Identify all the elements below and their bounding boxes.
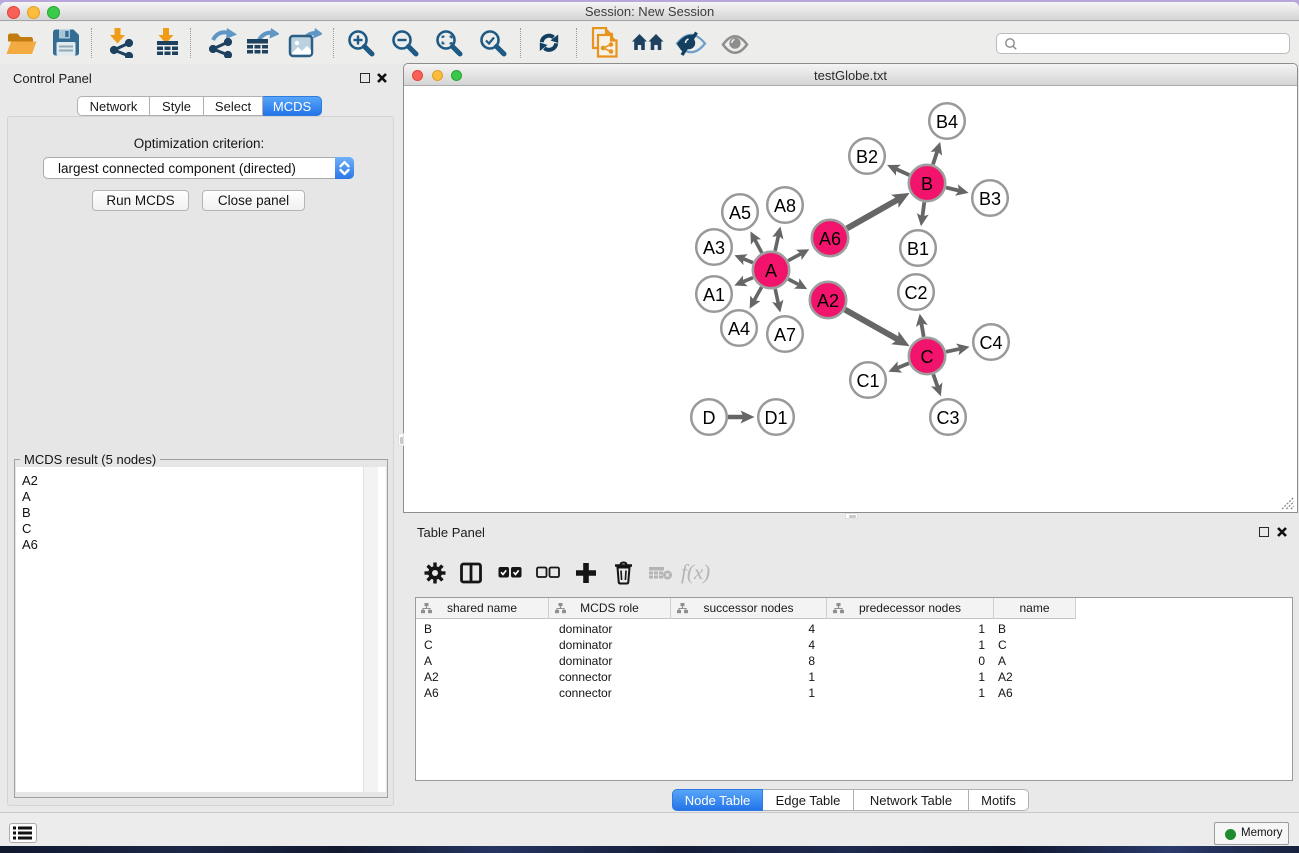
svg-text:A2: A2 [817,291,839,311]
svg-text:A8: A8 [774,196,796,216]
svg-text:C2: C2 [904,283,927,303]
svg-text:B4: B4 [936,112,958,132]
svg-text:C1: C1 [856,371,879,391]
svg-text:B3: B3 [979,189,1001,209]
svg-text:B2: B2 [856,147,878,167]
svg-text:A5: A5 [729,203,751,223]
svg-text:D1: D1 [764,408,787,428]
svg-text:A1: A1 [703,285,725,305]
svg-text:C3: C3 [936,408,959,428]
svg-text:C4: C4 [979,333,1002,353]
svg-text:D: D [703,408,716,428]
svg-text:B1: B1 [907,239,929,259]
svg-text:A: A [765,261,777,281]
svg-text:A4: A4 [728,319,750,339]
svg-text:B: B [921,174,933,194]
svg-text:A7: A7 [774,325,796,345]
svg-text:C: C [921,347,934,367]
svg-text:A3: A3 [703,238,725,258]
svg-text:A6: A6 [819,229,841,249]
